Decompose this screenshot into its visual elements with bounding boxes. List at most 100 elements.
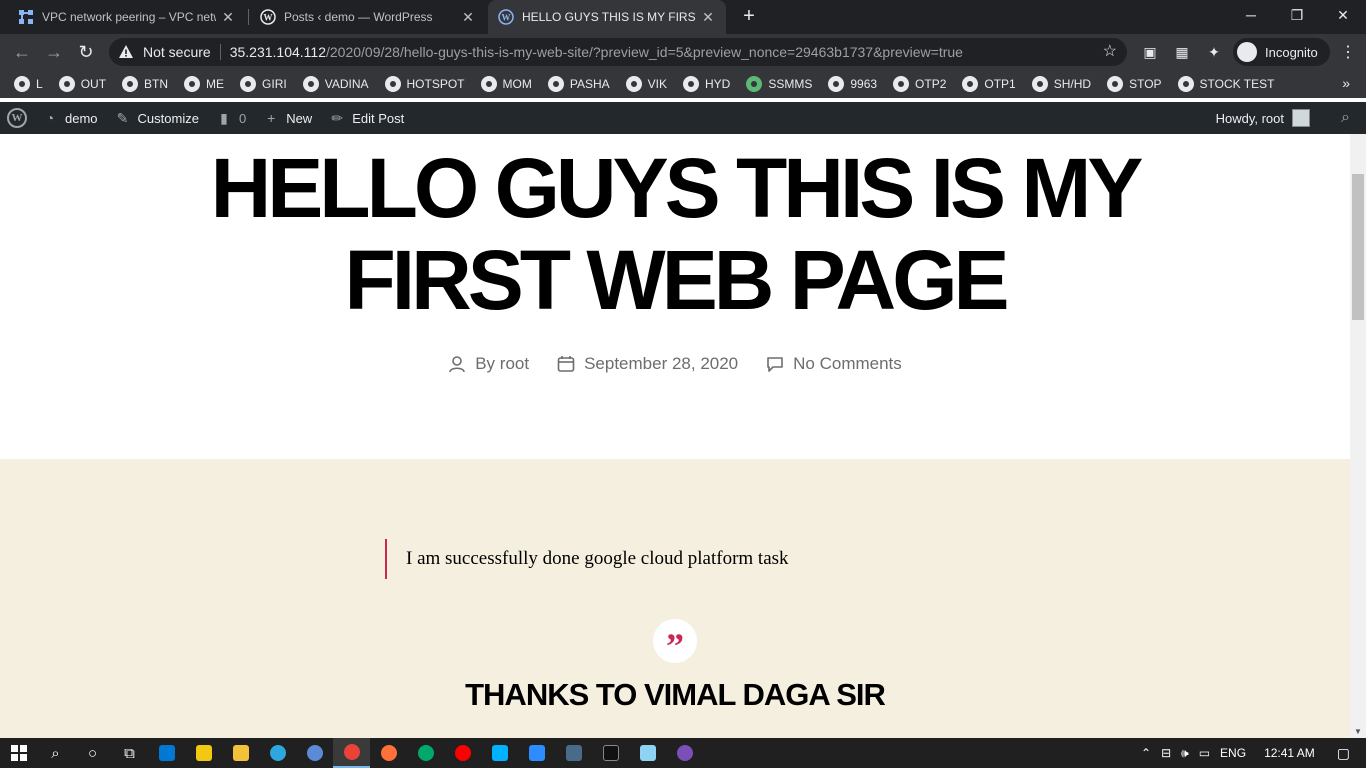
bookmark-item[interactable]: PASHA xyxy=(547,76,610,92)
bookmark-item[interactable]: L xyxy=(14,76,43,92)
comments-link[interactable]: No Comments xyxy=(793,354,902,374)
cortana-icon[interactable]: ○ xyxy=(74,738,111,768)
bookmark-label: HYD xyxy=(704,77,731,91)
tab-vpc-peering[interactable]: VPC network peering – VPC netw ✕ xyxy=(8,0,246,34)
bookmark-item[interactable]: MOM xyxy=(480,76,532,92)
wordpress-icon[interactable]: W xyxy=(7,108,27,128)
admin-bar-account[interactable]: Howdy, root xyxy=(1216,102,1310,134)
post-meta: By root September 28, 2020 No Comments xyxy=(0,354,1350,374)
reload-button[interactable]: ↻ xyxy=(74,40,98,64)
app-icon[interactable] xyxy=(666,738,703,768)
bookmark-item[interactable]: OUT xyxy=(58,76,106,92)
mail-icon[interactable] xyxy=(148,738,185,768)
date-link[interactable]: September 28, 2020 xyxy=(584,354,738,374)
close-icon[interactable]: ✕ xyxy=(460,9,476,26)
scrollbar-thumb[interactable] xyxy=(1352,174,1364,320)
bookmark-item[interactable]: VIK xyxy=(625,76,667,92)
notification-icon[interactable]: ▢ xyxy=(1337,745,1350,762)
zoom-icon[interactable] xyxy=(518,738,555,768)
calendar-icon xyxy=(557,356,575,372)
restore-button[interactable]: ❐ xyxy=(1274,0,1320,30)
menu-dots-icon[interactable]: ⋮ xyxy=(1340,42,1356,62)
bookmark-item[interactable]: STOCK TEST xyxy=(1177,76,1274,92)
admin-bar-site[interactable]: ◔ demo xyxy=(41,109,98,127)
globe-icon xyxy=(962,76,979,92)
search-icon[interactable]: ⌕ xyxy=(37,738,74,768)
volume-icon[interactable]: 🕪 xyxy=(1181,746,1189,761)
edge-icon[interactable] xyxy=(259,738,296,768)
store-icon[interactable] xyxy=(185,738,222,768)
author-link[interactable]: By root xyxy=(475,354,529,374)
security-label[interactable]: Not secure xyxy=(143,44,211,60)
bookmark-item[interactable]: 9963 xyxy=(828,76,877,92)
chevron-right-icon[interactable]: » xyxy=(1342,75,1350,91)
admin-bar-edit-post[interactable]: ✏ Edit Post xyxy=(328,109,404,127)
tab-separator xyxy=(248,9,249,25)
scrollbar[interactable]: ▼ xyxy=(1350,134,1366,738)
page-content: HELLO GUYS THIS IS MY FIRST WEB PAGE By … xyxy=(0,134,1350,738)
language-indicator[interactable]: ENG xyxy=(1220,746,1246,760)
tab-current-post[interactable]: W HELLO GUYS THIS IS MY FIRST W ✕ xyxy=(488,0,726,34)
bookmark-item[interactable]: HYD xyxy=(682,76,731,92)
close-window-button[interactable]: ✕ xyxy=(1320,0,1366,30)
svg-text:W: W xyxy=(264,13,273,23)
display-icon[interactable]: ▭ xyxy=(1199,746,1210,760)
bookmark-item[interactable]: SH/HD xyxy=(1031,76,1092,92)
bookmark-item[interactable]: SSMMS xyxy=(746,76,812,92)
admin-bar-comments[interactable]: ▮ 0 xyxy=(215,109,246,127)
task-view-icon[interactable]: ⧉ xyxy=(111,738,148,768)
notepad-icon[interactable] xyxy=(629,738,666,768)
extension-icon[interactable]: ▣ xyxy=(1140,42,1160,62)
post-author: By root xyxy=(448,354,529,374)
app-icon[interactable] xyxy=(481,738,518,768)
bookmark-item[interactable]: STOP xyxy=(1107,76,1162,92)
user-icon xyxy=(449,356,466,373)
clock[interactable]: 12:41 AM xyxy=(1264,746,1315,760)
address-bar[interactable]: Not secure 35.231.104.112 /2020/09/28/he… xyxy=(109,38,1127,66)
chevron-up-icon[interactable]: ⌃ xyxy=(1141,746,1151,760)
network-app-icon[interactable] xyxy=(296,738,333,768)
firefox-icon[interactable] xyxy=(370,738,407,768)
admin-bar-new[interactable]: + New xyxy=(262,109,312,127)
chrome-icon[interactable] xyxy=(333,738,370,768)
extension-icon[interactable]: ▦ xyxy=(1172,42,1192,62)
app-icon[interactable] xyxy=(407,738,444,768)
tab-posts-wordpress[interactable]: W Posts ‹ demo — WordPress ✕ xyxy=(250,0,486,34)
forward-button[interactable]: → xyxy=(42,40,66,64)
warning-icon[interactable] xyxy=(118,44,134,60)
bookmark-item[interactable]: ME xyxy=(184,76,224,92)
globe-icon xyxy=(1107,76,1124,92)
windows-start-icon[interactable] xyxy=(0,738,37,768)
scroll-down-icon[interactable]: ▼ xyxy=(1354,727,1362,736)
bookmark-label: OTP1 xyxy=(984,77,1016,91)
tab-title: HELLO GUYS THIS IS MY FIRST W xyxy=(522,10,696,24)
search-icon[interactable]: ⌕ xyxy=(1341,109,1350,127)
bookmark-item[interactable]: OTP1 xyxy=(962,76,1016,92)
admin-bar-customize[interactable]: ✎ Customize xyxy=(114,109,199,127)
terminal-icon[interactable] xyxy=(592,738,629,768)
minimize-button[interactable]: ─ xyxy=(1228,0,1274,30)
yandex-icon[interactable] xyxy=(444,738,481,768)
bookmark-item[interactable]: BTN xyxy=(122,76,168,92)
bookmark-item[interactable]: OTP2 xyxy=(893,76,946,92)
pencil-icon: ✏ xyxy=(331,109,344,126)
puzzle-icon[interactable]: ✦ xyxy=(1204,42,1224,62)
back-button[interactable]: ← xyxy=(10,40,34,64)
bookmark-item[interactable]: GIRI xyxy=(240,76,287,92)
app-icon[interactable] xyxy=(555,738,592,768)
close-icon[interactable]: ✕ xyxy=(220,9,236,26)
post-body: I am successfully done google cloud plat… xyxy=(0,459,1350,738)
bookmark-label: SH/HD xyxy=(1053,77,1092,91)
bookmark-item[interactable]: HOTSPOT xyxy=(384,76,465,92)
file-explorer-icon[interactable] xyxy=(222,738,259,768)
bookmark-label: VIK xyxy=(647,77,667,91)
incognito-indicator[interactable]: Incognito xyxy=(1233,38,1330,66)
bookmark-item[interactable]: VADINA xyxy=(302,76,369,92)
network-icon[interactable]: ⊟ xyxy=(1161,746,1171,760)
post-heading: THANKS TO VIMAL DAGA SIR xyxy=(465,677,886,712)
bookmark-star-icon[interactable]: ☆ xyxy=(1103,41,1117,61)
post-title-line: FIRST WEB PAGE xyxy=(344,233,1009,327)
blockquote: I am successfully done google cloud plat… xyxy=(385,539,789,579)
new-tab-button[interactable]: + xyxy=(737,5,761,29)
close-icon[interactable]: ✕ xyxy=(700,9,716,26)
